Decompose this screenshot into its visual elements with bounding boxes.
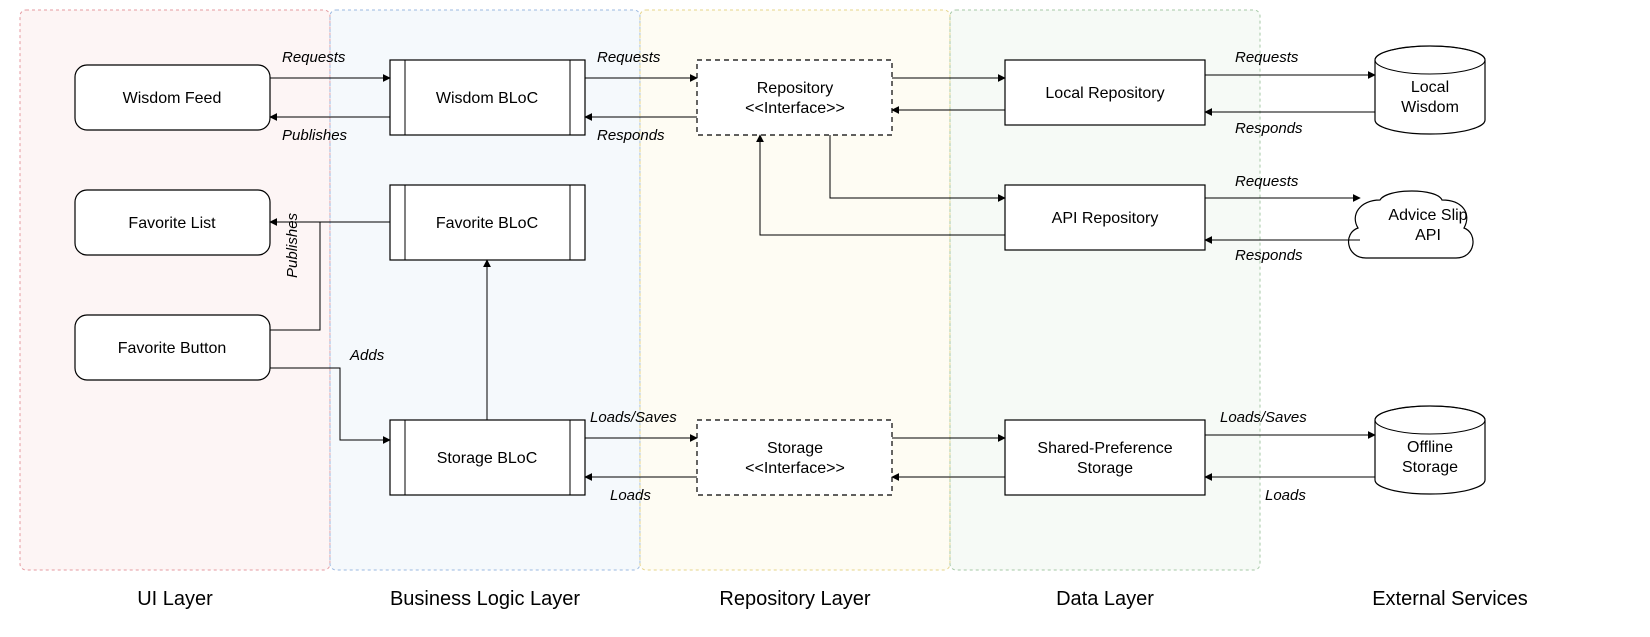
node-local-wisdom-l1: Local bbox=[1411, 79, 1449, 96]
edge-wisdombloc-to-feed-label: Publishes bbox=[282, 127, 348, 144]
layer-data-label: Data Layer bbox=[1056, 588, 1154, 610]
edge-storagebloc-to-iface-label: Loads/Saves bbox=[590, 409, 677, 426]
node-repo-interface-l2: <<Interface>> bbox=[745, 100, 845, 117]
edge-favbtn-to-storage-label: Adds bbox=[349, 347, 385, 364]
node-local-wisdom-l2: Wisdom bbox=[1401, 99, 1459, 116]
node-wisdom-bloc: Wisdom BLoC bbox=[390, 60, 585, 135]
layer-logic-label: Business Logic Layer bbox=[390, 588, 580, 610]
node-storage-interface bbox=[697, 420, 892, 495]
node-advice-api: Advice Slip API bbox=[1349, 191, 1473, 258]
node-local-wisdom: Local Wisdom bbox=[1375, 46, 1485, 134]
node-advice-api-l2: API bbox=[1415, 227, 1441, 244]
node-api-repo-label: API Repository bbox=[1052, 210, 1159, 227]
node-shared-pref bbox=[1005, 420, 1205, 495]
layer-ext-label: External Services bbox=[1372, 588, 1528, 610]
node-offline-storage: Offline Storage bbox=[1375, 406, 1485, 494]
edge-db-to-localrepo-label: Responds bbox=[1235, 120, 1303, 137]
edge-localrepo-to-db-label: Requests bbox=[1235, 49, 1299, 66]
node-shared-pref-l1: Shared-Preference bbox=[1037, 440, 1172, 457]
node-shared-pref-l2: Storage bbox=[1077, 460, 1133, 477]
node-advice-api-l1: Advice Slip bbox=[1388, 207, 1467, 224]
node-favorite-button-label: Favorite Button bbox=[118, 340, 227, 357]
architecture-diagram: UI Layer Business Logic Layer Repository… bbox=[0, 0, 1650, 637]
layer-repo-label: Repository Layer bbox=[719, 588, 871, 610]
edge-favbloc-pub-label: Publishes bbox=[284, 212, 301, 278]
node-wisdom-bloc-label: Wisdom BLoC bbox=[436, 90, 538, 107]
node-offline-storage-l1: Offline bbox=[1407, 439, 1453, 456]
edge-offline-to-sp-label: Loads bbox=[1265, 487, 1306, 504]
node-repo-interface bbox=[697, 60, 892, 135]
edge-iface-to-storagebloc-label: Loads bbox=[610, 487, 651, 504]
node-storage-bloc-label: Storage BLoC bbox=[437, 450, 538, 467]
edge-wisdombloc-to-repo-label: Requests bbox=[597, 49, 661, 66]
node-repo-interface-l1: Repository bbox=[757, 80, 833, 97]
edge-feed-to-wisdombloc-label: Requests bbox=[282, 49, 346, 66]
edge-repo-to-wisdombloc-label: Responds bbox=[597, 127, 665, 144]
node-storage-interface-l1: Storage bbox=[767, 440, 823, 457]
node-favorite-bloc-label: Favorite BLoC bbox=[436, 215, 538, 232]
edge-cloud-to-apirepo-label: Responds bbox=[1235, 247, 1303, 264]
edge-sp-to-offline-label: Loads/Saves bbox=[1220, 409, 1307, 426]
layer-ui-label: UI Layer bbox=[137, 588, 213, 610]
node-storage-bloc: Storage BLoC bbox=[390, 420, 585, 495]
edge-apirepo-to-cloud-label: Requests bbox=[1235, 173, 1299, 190]
node-local-repo-label: Local Repository bbox=[1045, 85, 1164, 102]
node-favorite-bloc: Favorite BLoC bbox=[390, 185, 585, 260]
node-favorite-list-label: Favorite List bbox=[128, 215, 216, 232]
node-storage-interface-l2: <<Interface>> bbox=[745, 460, 845, 477]
node-offline-storage-l2: Storage bbox=[1402, 459, 1458, 476]
node-wisdom-feed-label: Wisdom Feed bbox=[123, 90, 222, 107]
